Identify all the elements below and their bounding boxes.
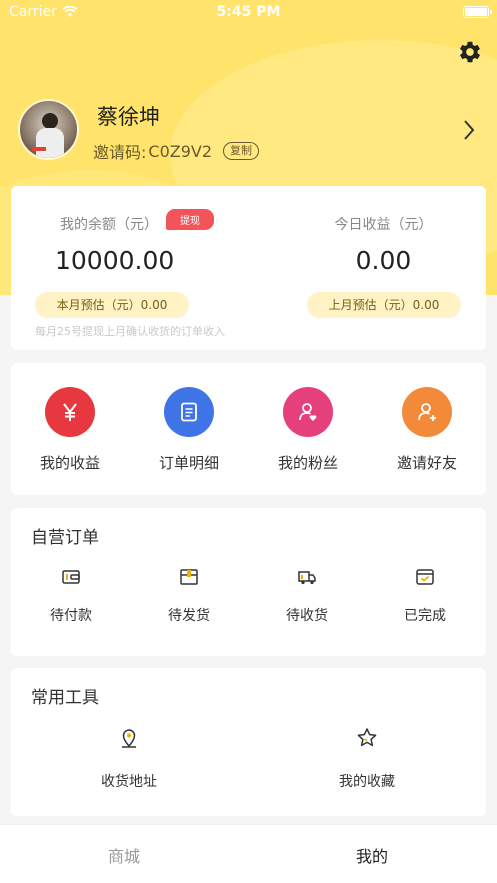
- wallet-icon: [62, 570, 80, 584]
- invite-code-row: 邀请码: C0Z9V2 复制: [93, 139, 260, 163]
- common-tools-card: 常用工具 收货地址 我的收藏: [11, 668, 486, 816]
- withdraw-note: 每月25号提现上月确认收货的订单收入: [35, 325, 225, 338]
- this-month-estimate: 本月预估（元）0.00: [35, 292, 189, 318]
- balance-value: 10000.00: [55, 246, 175, 275]
- withdraw-button[interactable]: 提现: [166, 209, 214, 230]
- location-icon: [122, 729, 136, 748]
- quick-action-order-details[interactable]: 订单明细: [134, 387, 244, 473]
- quick-action-label: 邀请好友: [396, 454, 457, 472]
- section-title: 常用工具: [31, 688, 99, 708]
- quick-action-my-earnings[interactable]: 我的收益: [15, 387, 125, 473]
- user-heart-icon: [283, 387, 333, 437]
- gear-icon[interactable]: [456, 38, 484, 66]
- quick-actions-card: 我的收益 订单明细 我的粉丝 邀请好友: [11, 363, 486, 495]
- invite-code: C0Z9V2: [148, 141, 213, 161]
- order-pending-receipt[interactable]: 待收货: [257, 566, 357, 625]
- section-title: 自营订单: [31, 528, 99, 548]
- tool-label: 我的收藏: [339, 774, 395, 790]
- order-status-label: 待发货: [168, 608, 210, 624]
- order-pending-payment[interactable]: 待付款: [21, 566, 121, 625]
- document-icon: [164, 387, 214, 437]
- quick-action-invite-friends[interactable]: 邀请好友: [372, 387, 482, 473]
- order-pending-shipment[interactable]: 待发货: [139, 566, 239, 625]
- last-month-estimate: 上月预估（元）0.00: [307, 292, 461, 318]
- order-completed[interactable]: 已完成: [375, 566, 475, 625]
- star-icon: [357, 728, 377, 747]
- quick-action-label: 订单明细: [158, 454, 219, 472]
- quick-action-my-fans[interactable]: 我的粉丝: [253, 387, 363, 473]
- quick-action-label: 我的收益: [39, 454, 100, 472]
- today-income-column: 今日收益（元） 0.00: [286, 214, 481, 275]
- check-box-icon: [416, 569, 434, 585]
- self-operated-orders-card: 自营订单 待付款 待发货 待收货 已完成: [11, 508, 486, 656]
- order-status-label: 已完成: [404, 608, 446, 624]
- battery-icon: [463, 6, 492, 18]
- quick-action-label: 我的粉丝: [277, 454, 338, 472]
- truck-icon: [298, 571, 316, 585]
- yen-icon: [45, 387, 95, 437]
- avatar[interactable]: [18, 99, 79, 160]
- today-income-label: 今日收益（元）: [334, 217, 433, 233]
- invite-label: 邀请码:: [93, 143, 147, 162]
- order-status-label: 待付款: [50, 608, 92, 624]
- username: 蔡徐坤: [97, 105, 160, 129]
- tool-shipping-address[interactable]: 收货地址: [69, 726, 189, 791]
- profile-header[interactable]: 蔡徐坤 邀请码: C0Z9V2 复制: [18, 99, 488, 163]
- status-time: 5:45 PM: [216, 4, 281, 20]
- balance-card: 我的余额（元） 10000.00 提现 今日收益（元） 0.00 本月预估（元）…: [11, 186, 486, 350]
- user-add-icon: [402, 387, 452, 437]
- today-income-value: 0.00: [355, 246, 412, 275]
- order-status-label: 待收货: [286, 608, 328, 624]
- tab-mall[interactable]: 商城: [0, 843, 248, 867]
- tool-my-favorites[interactable]: 我的收藏: [307, 726, 427, 791]
- tab-mine[interactable]: 我的: [248, 843, 496, 867]
- tool-label: 收货地址: [101, 774, 157, 790]
- bottom-tab-bar: 商城 我的: [0, 824, 497, 883]
- copy-button[interactable]: 复制: [223, 142, 260, 160]
- chevron-right-icon[interactable]: [462, 119, 476, 141]
- status-bar: Carrier 5:45 PM: [0, 0, 497, 26]
- box-icon: [180, 569, 198, 585]
